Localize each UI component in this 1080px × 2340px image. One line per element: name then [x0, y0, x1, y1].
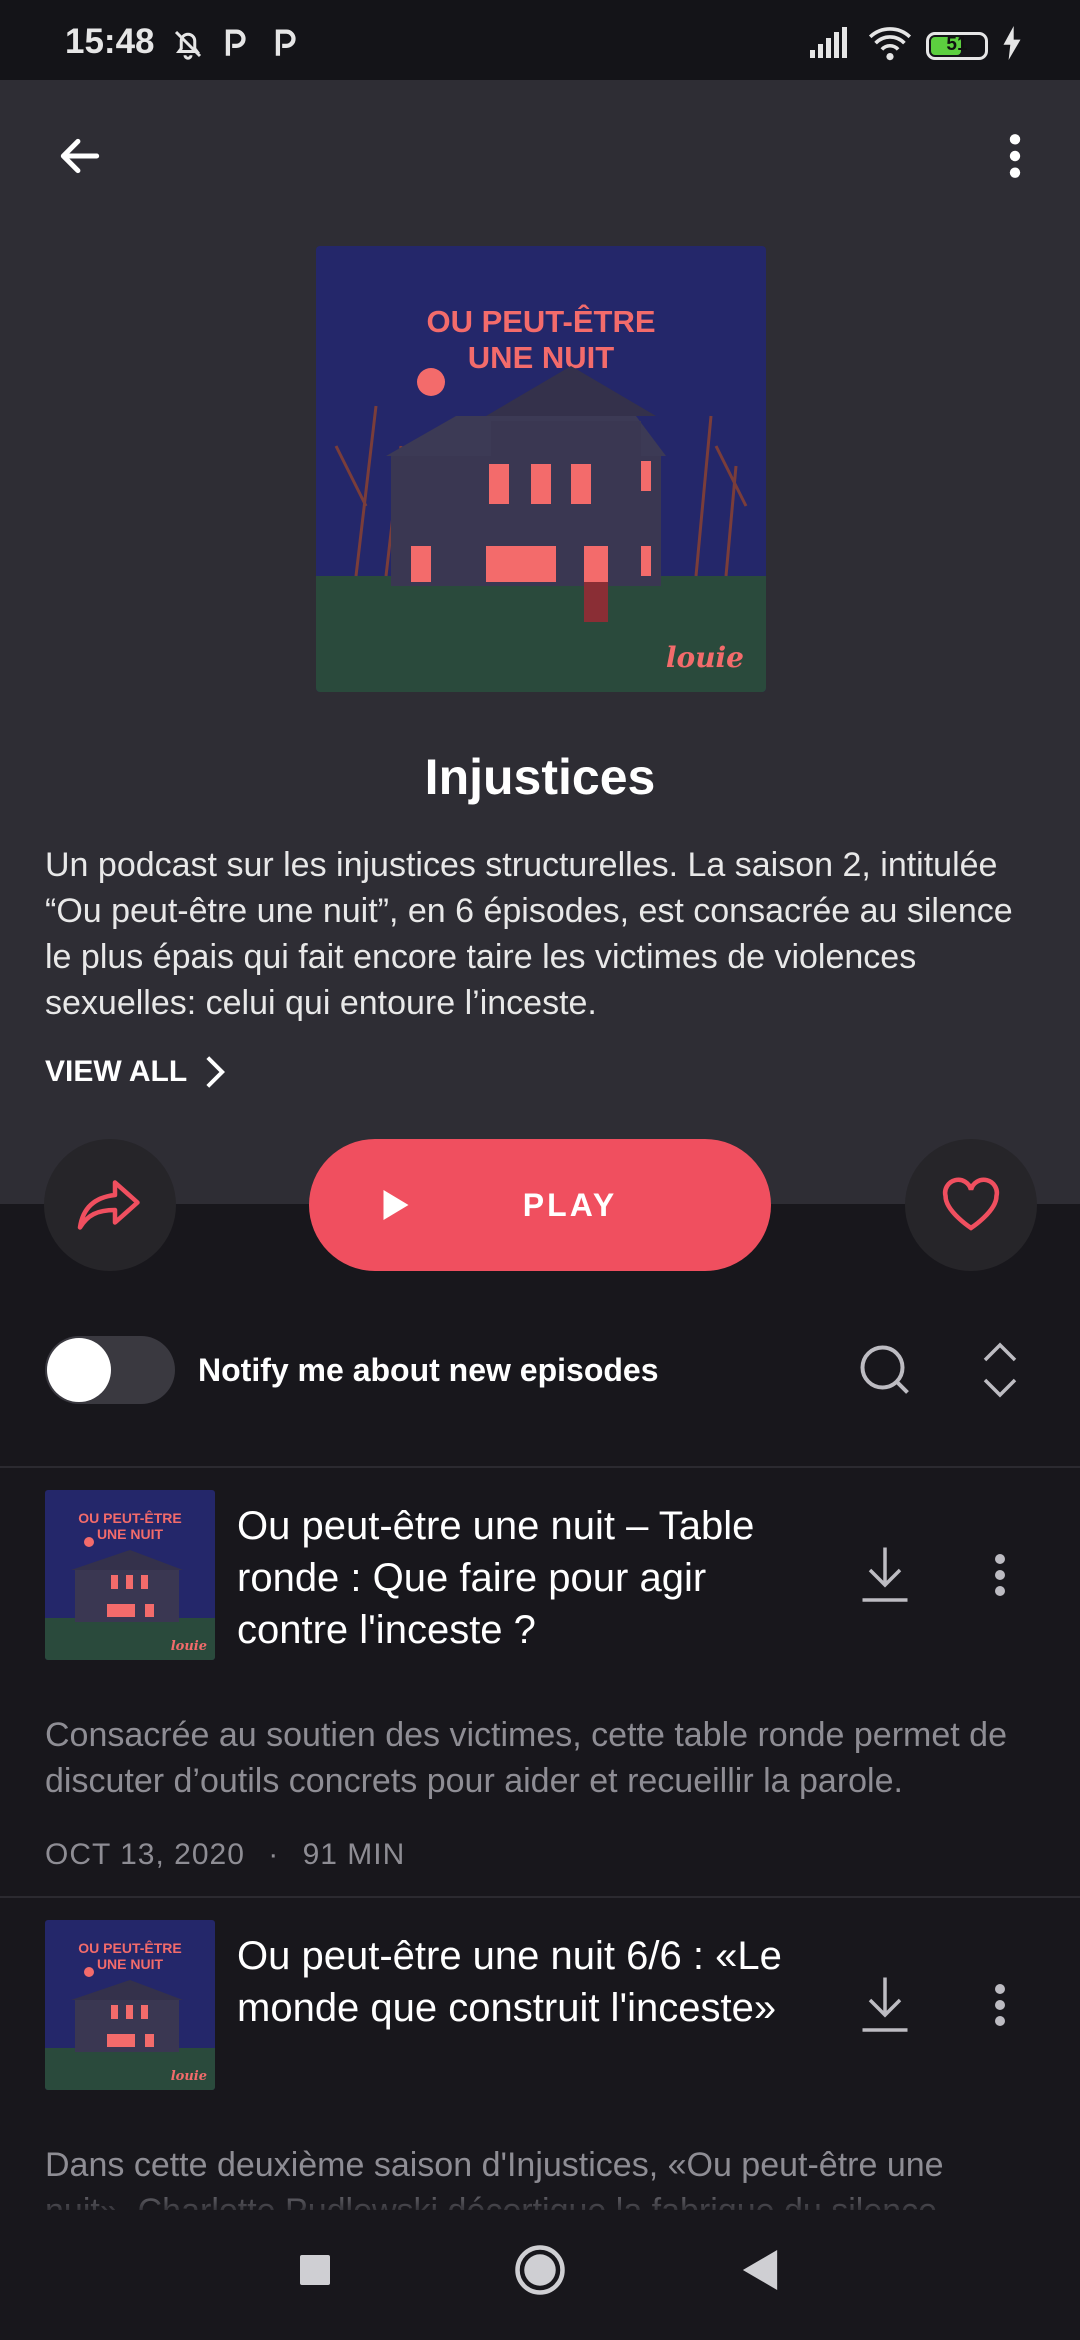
status-time: 15:48	[65, 22, 155, 61]
favorite-button[interactable]	[905, 1139, 1037, 1271]
search-icon	[860, 1345, 909, 1394]
episode-more-button[interactable]	[980, 1535, 1020, 1615]
expand-collapse-icon	[983, 1342, 1017, 1398]
share-icon	[77, 1180, 140, 1230]
episode-meta: OCT 13, 2020 · 91 MIN	[45, 1838, 405, 1872]
episode-description: Consacrée au soutien des victimes, cette…	[45, 1716, 1007, 1800]
download-button[interactable]	[850, 1965, 920, 2045]
episode-thumbnail: OU PEUT-ÊTRE UNE NUIT louie	[45, 1920, 215, 2090]
status-bar: 15:48 51	[0, 0, 1080, 80]
play-label: PLAY	[522, 1186, 618, 1223]
podcast-description: Un podcast sur les injustices structurel…	[45, 846, 1013, 1022]
signal-icon	[810, 27, 847, 58]
more-vert-icon	[995, 1554, 1005, 1596]
notify-toggle[interactable]	[45, 1336, 175, 1404]
toggle-knob	[47, 1338, 111, 1402]
thumb-illustration	[45, 1967, 215, 2090]
p-app-icon	[225, 29, 246, 56]
episode-more-button[interactable]	[980, 1965, 1020, 2045]
home-button[interactable]	[500, 2230, 580, 2310]
recents-button[interactable]	[275, 2230, 355, 2310]
thumb-illustration	[45, 1537, 215, 1660]
episode-duration: 91 MIN	[302, 1838, 406, 1871]
back-arrow-icon	[60, 138, 100, 174]
battery-icon: 51	[926, 32, 988, 60]
podcast-title: Injustices	[424, 749, 656, 805]
battery-level: 51	[946, 34, 968, 55]
p-app-icon	[275, 29, 296, 56]
charging-icon	[1003, 26, 1021, 60]
share-button[interactable]	[44, 1139, 176, 1271]
meta-separator: ·	[268, 1838, 280, 1871]
chevron-right-icon	[206, 1056, 226, 1088]
thumb-brand: louie	[170, 2069, 207, 2084]
divider	[0, 1466, 1080, 1468]
heart-icon	[942, 1177, 1000, 1231]
back-button[interactable]	[40, 116, 120, 196]
more-vert-icon	[995, 1984, 1005, 2026]
back-nav-icon	[742, 2250, 778, 2290]
episode-title: Ou peut-être une nuit 6/6 : «Le monde qu…	[237, 1934, 782, 2030]
more-options-button[interactable]	[975, 116, 1055, 196]
notify-label: Notify me about new episodes	[198, 1352, 659, 1388]
back-nav-button[interactable]	[720, 2230, 800, 2310]
sort-button[interactable]	[965, 1330, 1035, 1410]
episode-date: OCT 13, 2020	[45, 1838, 245, 1871]
cover-illustration	[316, 366, 766, 692]
episode-thumbnail: OU PEUT-ÊTRE UNE NUIT louie	[45, 1490, 215, 1660]
download-icon	[862, 1977, 908, 2032]
view-all-button[interactable]: VIEW ALL	[45, 1054, 227, 1090]
more-vert-icon	[1009, 134, 1021, 178]
play-icon	[383, 1190, 409, 1220]
thumb-brand: louie	[170, 1639, 207, 1654]
bell-muted-icon	[174, 30, 202, 60]
cover-brand: louie	[665, 641, 744, 674]
stop-nav-icon	[300, 2255, 330, 2285]
wifi-icon	[868, 27, 912, 61]
podcast-cover-art: OU PEUT-ÊTRE UNE NUIT louie	[316, 246, 766, 692]
search-episodes-button[interactable]	[850, 1332, 920, 1408]
divider	[0, 1896, 1080, 1898]
view-all-label: VIEW ALL	[45, 1055, 188, 1088]
download-button[interactable]	[850, 1535, 920, 1615]
download-icon	[862, 1547, 908, 1602]
episode-title: Ou peut-être une nuit – Table ronde : Qu…	[237, 1504, 755, 1652]
home-nav-icon	[515, 2245, 565, 2295]
play-button[interactable]: PLAY	[309, 1139, 771, 1271]
system-nav-bar	[0, 2210, 1080, 2340]
